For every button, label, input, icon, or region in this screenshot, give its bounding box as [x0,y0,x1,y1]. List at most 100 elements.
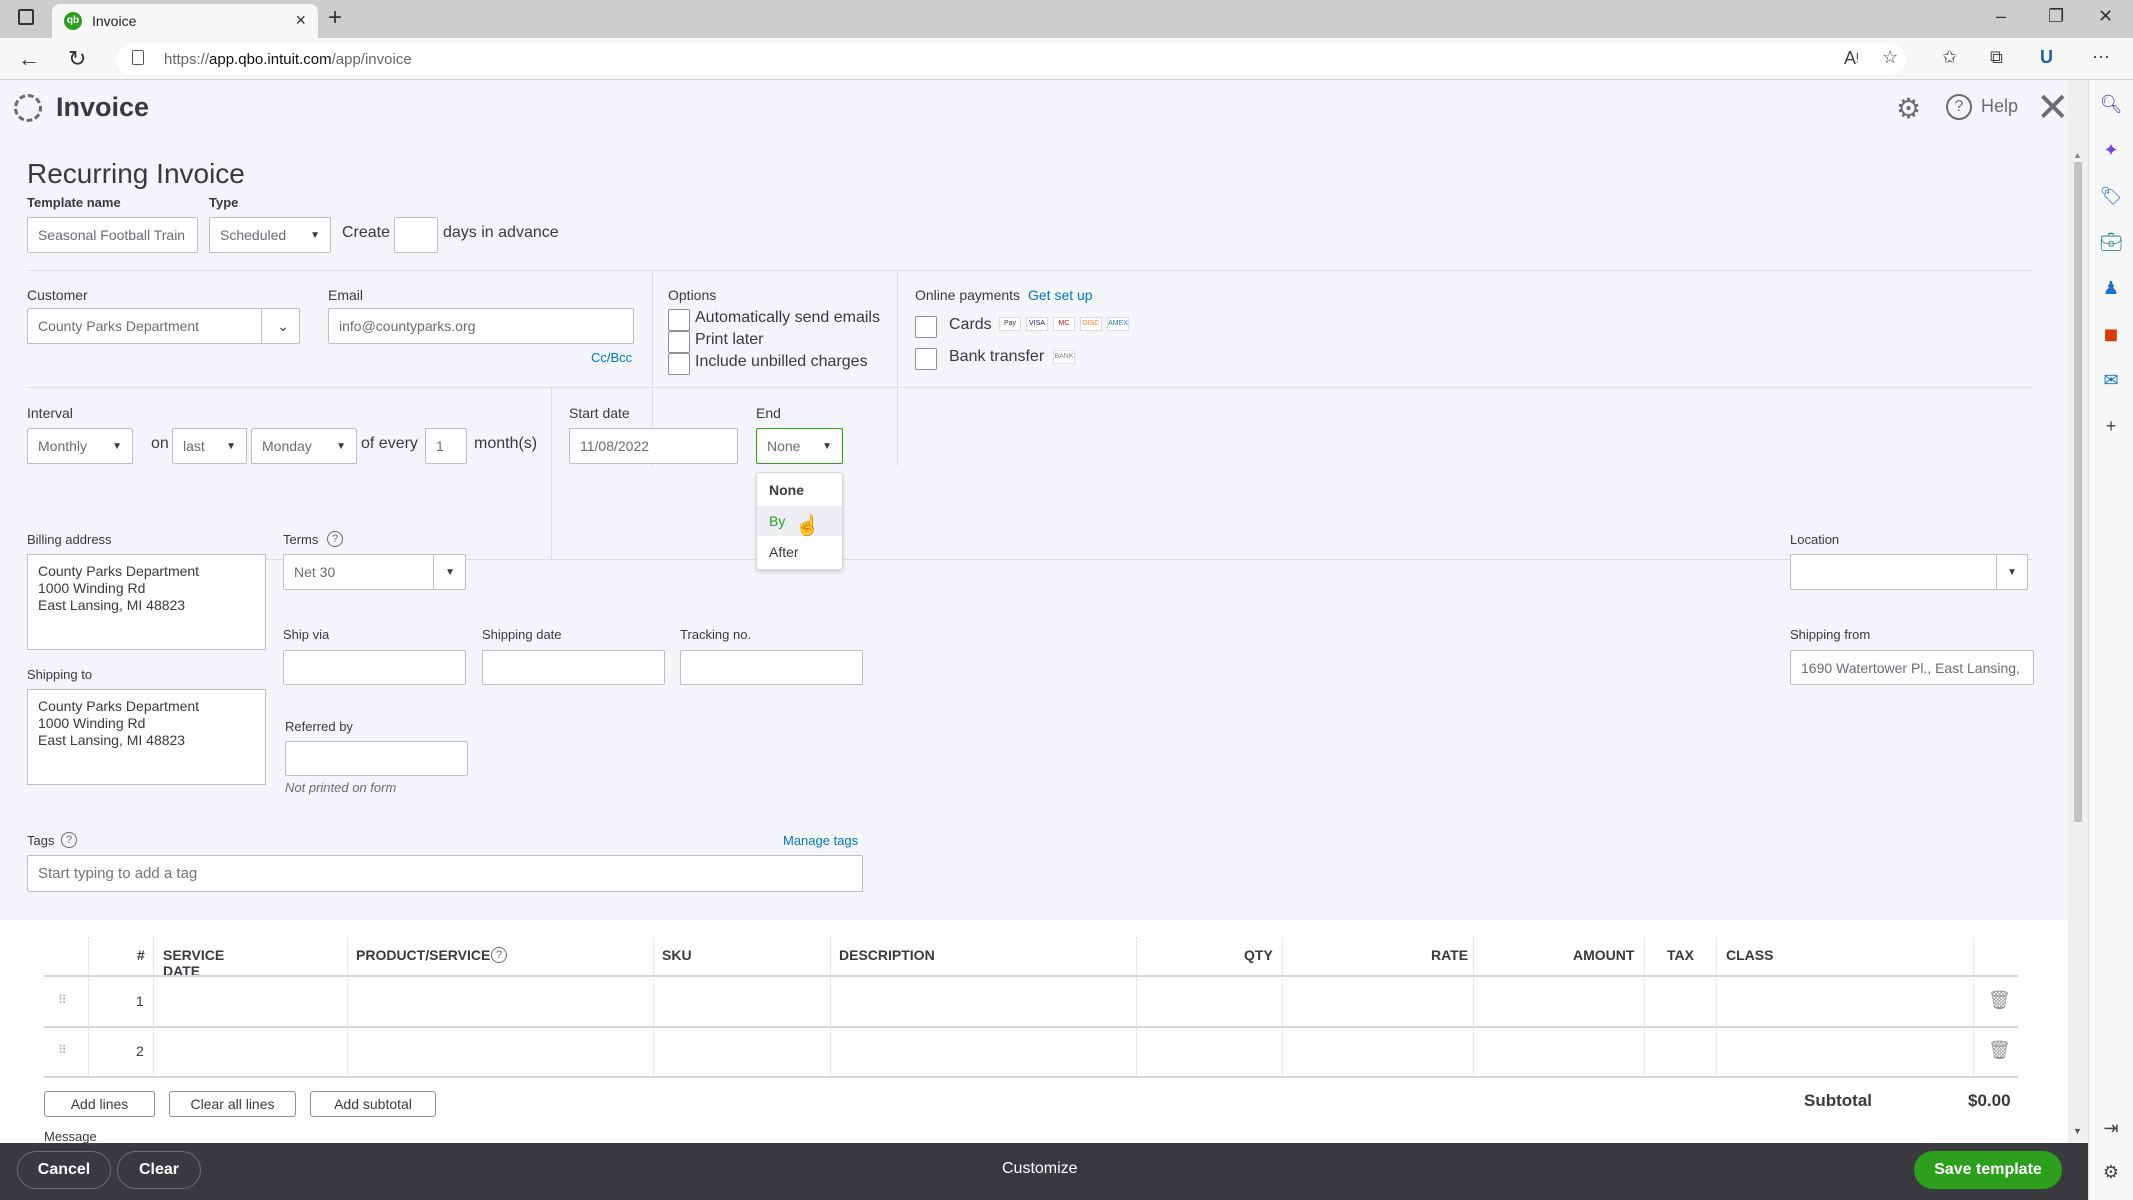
start-date-input[interactable]: 11/08/2022 [569,428,738,464]
scrollbar-thumb[interactable] [2074,162,2082,822]
email-input[interactable]: info@countyparks.org [328,308,634,344]
trash-icon[interactable]: 🗑 [1988,1040,2011,1061]
end-select[interactable]: None ▼ [756,428,843,464]
customer-select[interactable]: County Parks Department ⌄ [27,308,300,344]
back-icon[interactable]: ← [18,46,40,72]
dropdown-arrow-icon: ▼ [822,441,832,452]
customer-value: County Parks Department [38,318,200,334]
divider [261,309,262,343]
favorites-icon[interactable]: ✩ [1942,47,1957,68]
day-select[interactable]: Monday ▼ [251,428,357,464]
get-set-up-link[interactable]: Get set up [1028,287,1093,303]
type-select[interactable]: Scheduled ▼ [209,217,331,253]
collections-icon[interactable]: ⧉ [1990,47,2003,68]
ship-via-input[interactable] [283,650,466,685]
url-field[interactable]: https://app.qbo.intuit.com/app/invoice A… [116,43,1906,75]
help-icon[interactable]: ? [1946,94,1972,120]
include-unbilled-checkbox[interactable] [668,353,690,375]
customize-button[interactable]: Customize [1002,1160,1078,1178]
browser-tab[interactable]: qb Invoice × [52,4,318,38]
tracking-no-label: Tracking no. [680,627,752,642]
print-later-checkbox[interactable] [668,331,690,353]
billing-address-input[interactable]: County Parks Department 1000 Winding Rd … [27,554,266,650]
add-icon[interactable]: + [2099,414,2123,438]
profile-icon[interactable]: U [2040,47,2053,68]
close-window-icon[interactable]: ✕ [2098,6,2113,27]
shipping-from-input[interactable]: 1690 Watertower Pl., East Lansing, [1790,650,2034,685]
type-label: Type [209,195,239,210]
add-subtotal-button[interactable]: Add subtotal [310,1091,436,1117]
close-icon[interactable]: ✕ [2036,85,2068,131]
divider [44,1076,2018,1078]
add-lines-button[interactable]: Add lines [44,1091,155,1117]
minimize-icon[interactable]: – [1996,6,2006,27]
settings-icon[interactable]: ⚙ [2099,1160,2123,1184]
bank-transfer-checkbox[interactable] [915,348,937,370]
manage-tags-link[interactable]: Manage tags [783,833,858,848]
on-label: on [151,435,169,452]
clear-button[interactable]: Clear [117,1151,201,1189]
lock-icon[interactable] [132,50,144,65]
scroll-up-icon[interactable]: ▲ [2073,150,2082,160]
scroll-down-icon[interactable]: ▼ [2073,1126,2082,1136]
shipping-date-input[interactable] [482,650,665,685]
interval-select[interactable]: Monthly ▼ [27,428,133,464]
search-icon[interactable]: 🔍︎ [2099,92,2123,116]
week-select[interactable]: last ▼ [172,428,247,464]
drag-handle-icon[interactable]: ⠿ [58,993,67,1007]
divider [551,387,552,559]
tools-icon[interactable]: 💼︎ [2099,230,2123,254]
read-aloud-icon[interactable]: A͏ᵎ [1844,48,1859,69]
every-months-input[interactable]: 1 [425,428,467,464]
cancel-button[interactable]: Cancel [17,1151,111,1189]
end-dropdown-menu: None By After ☝ [756,472,843,570]
shipping-to-input[interactable]: County Parks Department 1000 Winding Rd … [27,689,266,785]
tracking-no-input[interactable] [680,650,863,685]
refresh-icon[interactable]: ↻ [68,46,86,72]
trash-icon[interactable]: 🗑 [1988,990,2011,1011]
divider [1973,937,1974,1077]
terms-select[interactable]: Net 30 ▼ [283,554,466,590]
template-name-input[interactable]: Seasonal Football Train [27,217,198,253]
tags-label: Tags [27,833,55,848]
help-icon[interactable]: ? [61,832,77,848]
page-scrollbar[interactable]: ▲ ▼ [2068,80,2088,1143]
sidebar-toggle-icon[interactable] [18,9,34,25]
tags-input[interactable] [27,855,863,892]
column-header-description: DESCRIPTION [839,947,935,963]
help-icon[interactable]: ? [491,947,507,963]
clear-all-lines-button[interactable]: Clear all lines [169,1091,296,1117]
end-option-none[interactable]: None [757,475,842,505]
gear-icon[interactable]: ⚙ [1896,92,1921,125]
start-date-label: Start date [569,405,630,421]
help-link[interactable]: Help [1981,96,2018,117]
copilot-icon[interactable]: ✦ [2099,138,2123,162]
divider [1996,555,1997,589]
location-select[interactable]: ▼ [1790,554,2028,590]
more-icon[interactable]: ⋯ [2092,47,2110,68]
save-template-button[interactable]: Save template [1914,1151,2062,1189]
divider [1473,937,1474,1077]
drag-handle-icon[interactable]: ⠿ [58,1043,67,1057]
shopping-icon[interactable]: 🏷︎ [2099,184,2123,208]
split-screen-icon[interactable]: ⇥ [2099,1116,2123,1140]
days-in-advance-label: days in advance [443,224,559,241]
add-favorite-icon[interactable]: ☆ [1882,47,1898,68]
end-option-after[interactable]: After [757,537,842,567]
close-tab-icon[interactable]: × [295,10,306,31]
address-line: County Parks Department [38,698,200,714]
help-icon[interactable]: ? [327,531,343,547]
cards-checkbox[interactable] [915,316,937,338]
new-tab-icon[interactable]: + [328,4,342,32]
outlook-icon[interactable]: ✉ [2099,368,2123,392]
bank-icon: BANK [1053,350,1075,364]
amex-icon: AMEX [1107,317,1129,331]
office-icon[interactable]: ◼ [2099,322,2123,346]
cc-bcc-link[interactable]: Cc/Bcc [591,350,632,365]
days-in-advance-input[interactable] [394,217,438,253]
restore-icon[interactable]: ❐ [2048,6,2064,27]
referred-by-input[interactable] [285,741,468,776]
games-icon[interactable]: ♟ [2099,276,2123,300]
column-header-amount: AMOUNT [1573,947,1635,963]
auto-send-emails-checkbox[interactable] [668,309,690,331]
